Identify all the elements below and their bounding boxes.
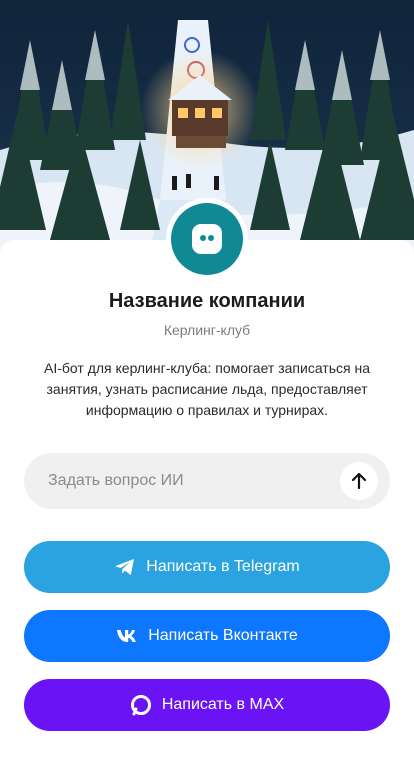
arrow-up-icon [351,472,367,490]
telegram-icon [114,558,136,576]
send-button[interactable] [340,462,378,500]
company-category: Керлинг-клуб [163,322,251,338]
avatar [166,198,248,280]
telegram-button[interactable]: Написать в Telegram [24,541,390,593]
ask-ai-input[interactable] [24,453,340,509]
company-description: AI-бот для керлинг-клуба: помогает запис… [44,360,370,418]
page: Название компании Керлинг-клуб AI-бот дл… [0,0,414,770]
vk-button-label: Написать Вконтакте [148,627,298,644]
telegram-button-label: Написать в Telegram [146,558,300,575]
max-icon [130,694,152,716]
max-button[interactable]: Написать в MAX [24,679,390,731]
company-name: Название компании [108,290,306,312]
max-button-label: Написать в MAX [161,696,285,713]
ask-ai-bar [24,453,390,509]
avatar-circle [171,203,243,275]
vk-icon [116,629,138,643]
vk-button[interactable]: Написать Вконтакте [24,610,390,662]
chat-bot-icon [192,224,222,254]
